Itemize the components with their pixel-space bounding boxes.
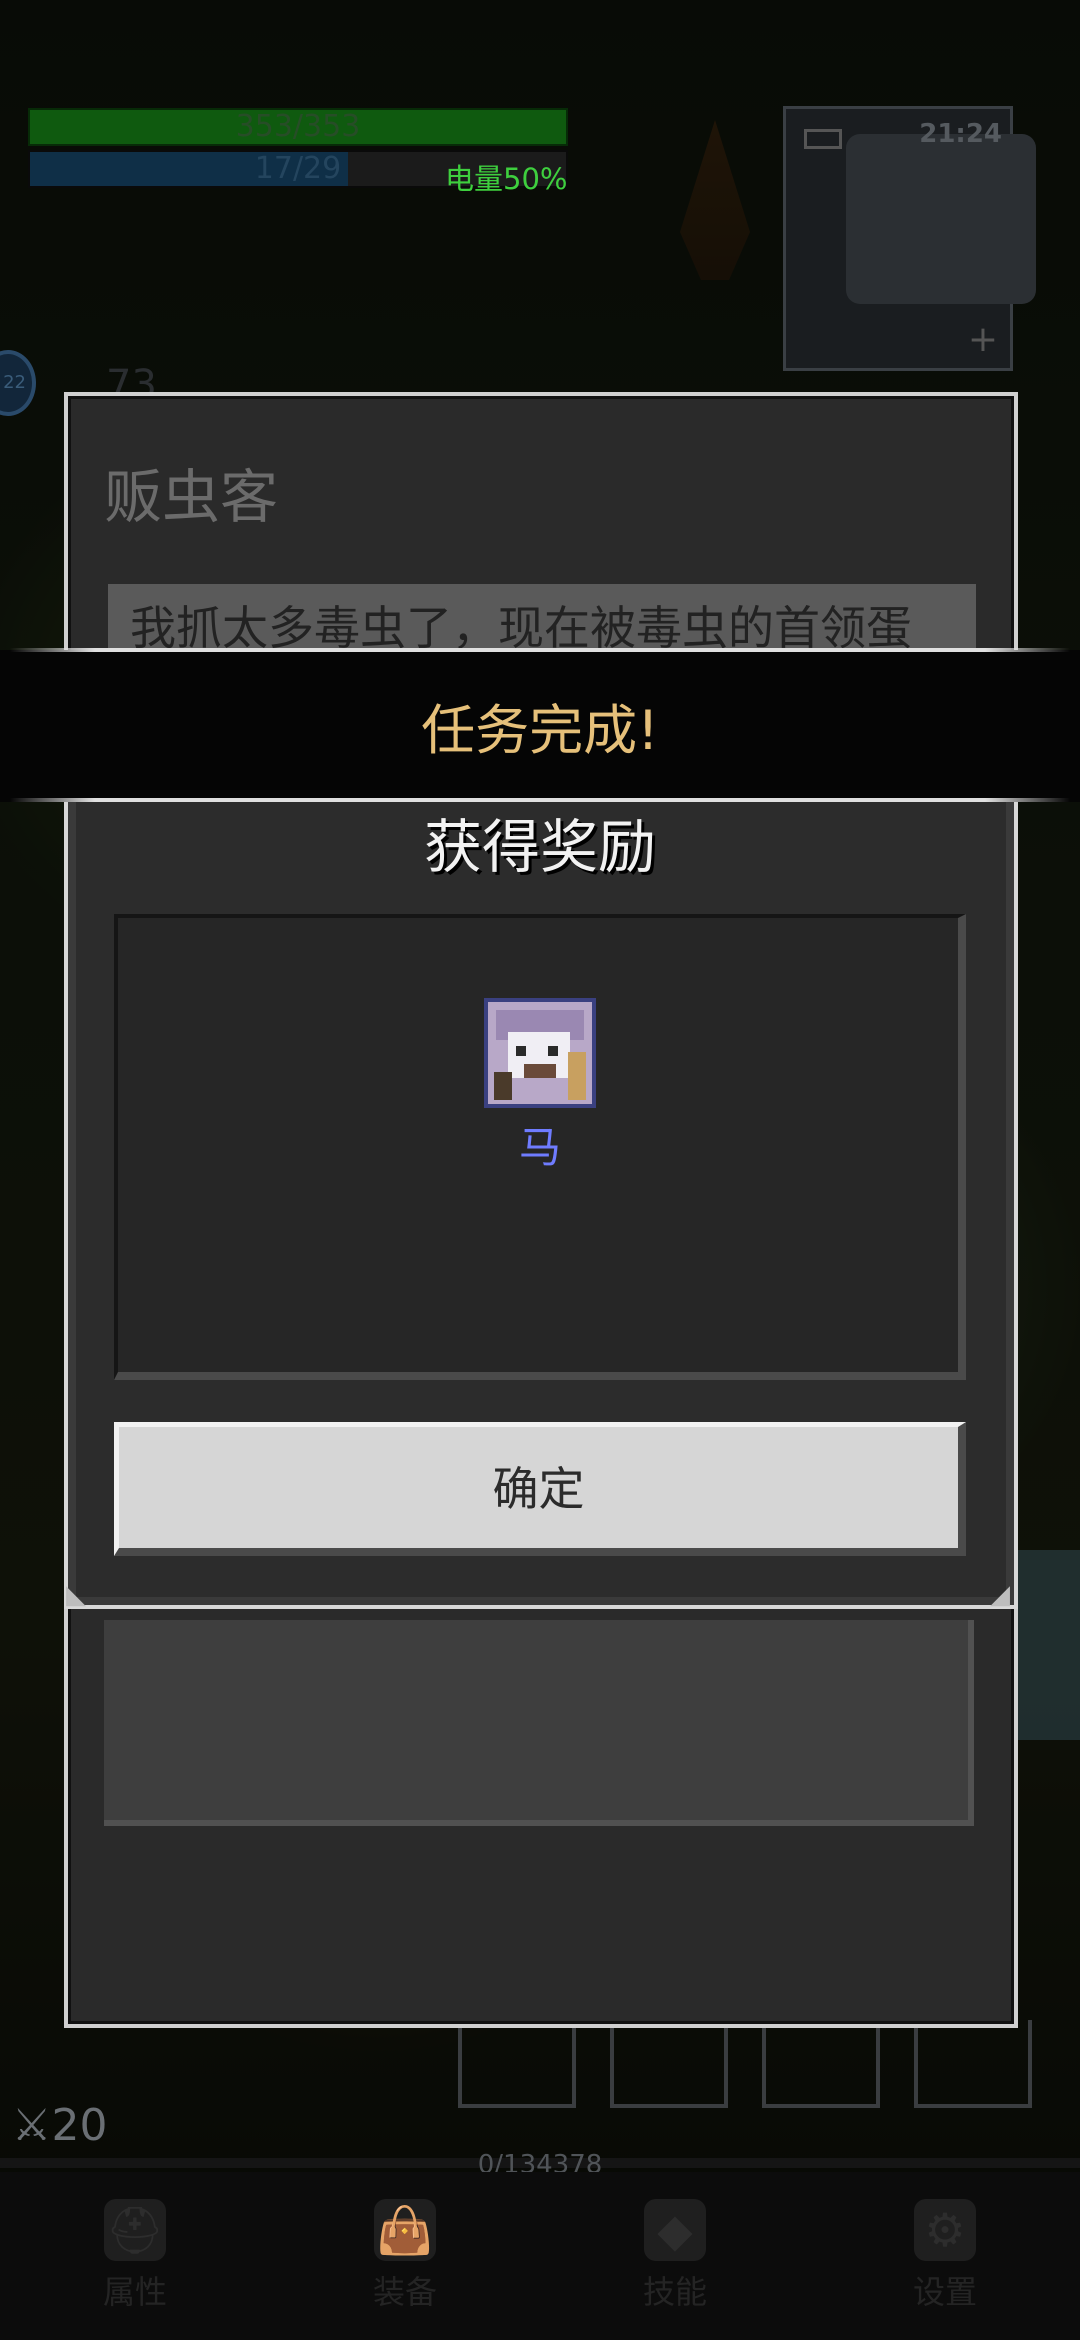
- minimap[interactable]: 21:24 +: [783, 106, 1036, 371]
- battery-icon: [804, 129, 842, 149]
- nav-skills[interactable]: ◆ 技能: [540, 2172, 810, 2340]
- hp-text: 353/353: [235, 109, 361, 144]
- nav-equipment[interactable]: 👜 装备: [270, 2172, 540, 2340]
- nav-label: 装备: [372, 2273, 437, 2311]
- skill-slot[interactable]: [762, 2020, 880, 2108]
- nav-label: 设置: [912, 2273, 977, 2311]
- npc-name: 贩虫客: [104, 463, 279, 531]
- skill-slot[interactable]: [610, 2020, 728, 2108]
- minimap-room: [846, 134, 1036, 304]
- npc-options-box: [104, 1620, 974, 1826]
- nav-label: 属性: [102, 2273, 167, 2311]
- corner-ornament-icon: ◢: [990, 1580, 1010, 1610]
- crystal-icon: ◆: [644, 2199, 706, 2261]
- gear-icon: ⚙: [914, 2199, 976, 2261]
- horse-mount-icon: [488, 1002, 592, 1104]
- attack-value: ⚔20: [12, 2100, 108, 2151]
- bag-icon: 👜: [374, 2199, 436, 2261]
- quest-complete-text: 任务完成!: [421, 699, 659, 762]
- reward-item-slot[interactable]: [484, 998, 596, 1108]
- reward-item-name: 马: [518, 1123, 561, 1172]
- skill-slot[interactable]: [914, 2020, 1032, 2108]
- nav-attributes[interactable]: ⛑ 属性: [0, 2172, 270, 2340]
- zoom-plus-icon[interactable]: +: [968, 319, 998, 360]
- banner-top-line: [10, 648, 1070, 652]
- clock-time: 21:24: [919, 119, 1002, 149]
- battery-status: 电量50%: [445, 162, 568, 196]
- helmet-icon: ⛑: [104, 2199, 166, 2261]
- reward-title: 获得奖励: [423, 813, 656, 881]
- skill-slot[interactable]: [458, 2020, 576, 2108]
- confirm-button[interactable]: 确定: [114, 1422, 966, 1556]
- bottom-nav: ⛑ 属性 👜 装备 ◆ 技能 ⚙ 设置: [0, 2172, 1080, 2340]
- banner-bottom-line: [10, 798, 1070, 802]
- nav-label: 技能: [642, 2273, 707, 2311]
- attack-number: 20: [51, 2100, 108, 2151]
- nav-settings[interactable]: ⚙ 设置: [810, 2172, 1080, 2340]
- corner-ornament-icon: ◣: [66, 1580, 86, 1610]
